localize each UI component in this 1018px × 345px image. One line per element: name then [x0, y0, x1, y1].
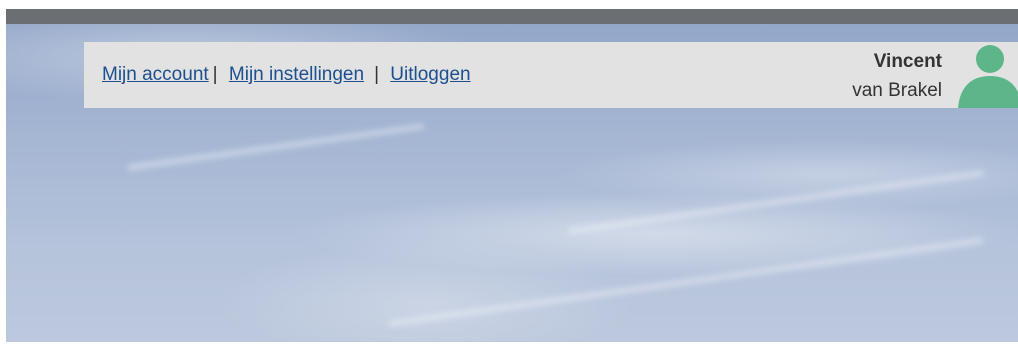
my-account-link[interactable]: Mijn account: [102, 64, 209, 85]
logout-link[interactable]: Uitloggen: [390, 64, 470, 85]
link-separator: |: [374, 64, 380, 85]
my-settings-link[interactable]: Mijn instellingen: [229, 64, 364, 85]
user-bar: Mijn account | Mijn instellingen | Uitlogg…: [84, 42, 1018, 108]
top-strip: [6, 9, 1018, 24]
user-last-name: van Brakel: [852, 80, 942, 101]
page-frame: Mijn account | Mijn instellingen | Uitlogg…: [0, 0, 1018, 345]
account-links: Mijn account | Mijn instellingen | Uitlogg…: [102, 64, 471, 86]
link-separator: |: [212, 64, 218, 85]
user-name[interactable]: Vincent van Brakel: [852, 47, 942, 105]
cloud-streak: [567, 169, 985, 235]
cloud-streak: [127, 123, 425, 171]
cloud-streak: [388, 237, 984, 327]
user-first-name: Vincent: [873, 51, 942, 72]
user-avatar-icon[interactable]: [958, 42, 1018, 108]
